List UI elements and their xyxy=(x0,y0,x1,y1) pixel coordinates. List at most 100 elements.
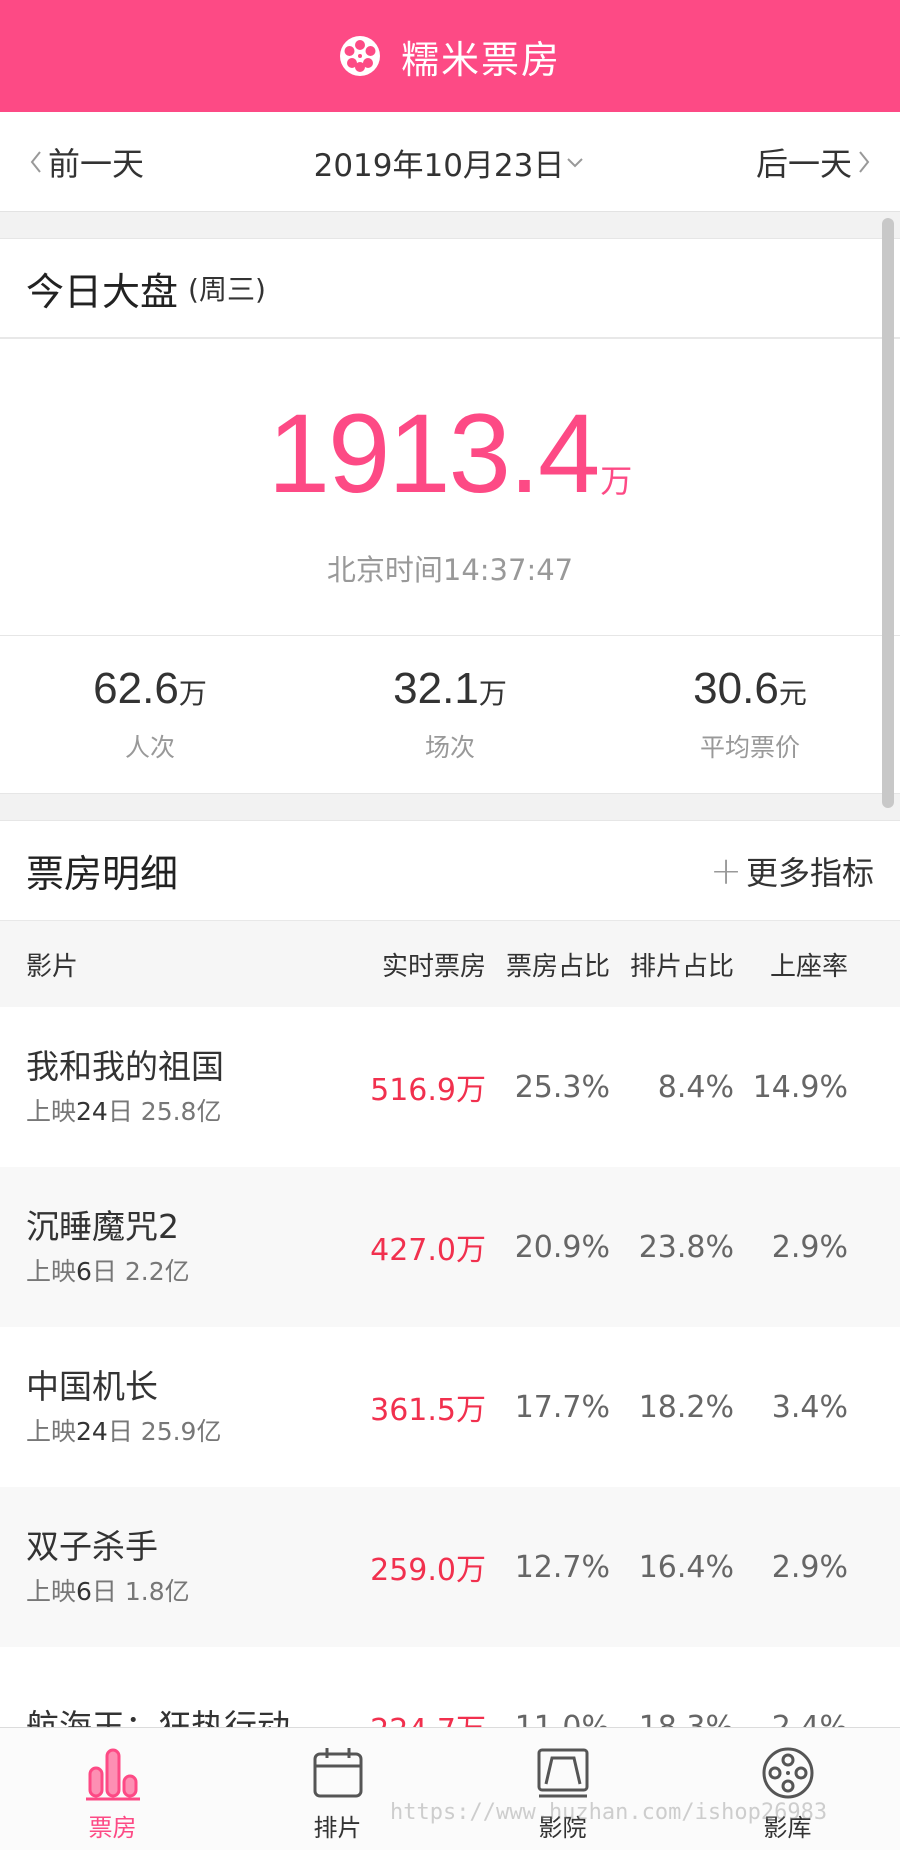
seat-rate: 14.9% xyxy=(752,1069,848,1105)
release-info: 上映6日 2.2亿 xyxy=(26,1257,190,1286)
film-name: 我和我的祖国 xyxy=(26,1047,224,1086)
stat-admissions: 62.6万 人次 xyxy=(0,636,300,795)
realtime-box-office: 427.0万 xyxy=(370,1233,486,1268)
stat-label: 平均票价 xyxy=(699,733,800,762)
tab-schedule[interactable]: 排片 xyxy=(225,1728,450,1850)
app-header: 糯米票房 xyxy=(0,0,900,112)
column-header-film[interactable]: 影片 xyxy=(0,946,360,983)
screening-share: 18.3% xyxy=(638,1709,734,1728)
summary-stats: 62.6万 人次 32.1万 场次 30.6元 平均票价 xyxy=(0,635,900,795)
tab-box-office[interactable]: 票房 xyxy=(0,1728,225,1850)
screening-share: 8.4% xyxy=(657,1069,734,1105)
film-reel-icon xyxy=(339,36,380,76)
today-summary-card: 今日大盘 (周三) 1913.4万 北京时间14:37:47 62.6万 人次 … xyxy=(0,238,900,794)
bottom-tab-bar: 票房 排片 影院 影库 xyxy=(0,1727,900,1850)
today-title: 今日大盘 xyxy=(26,269,179,314)
realtime-box-office: 516.9万 xyxy=(370,1073,486,1108)
film-reel-icon xyxy=(762,1747,813,1799)
date-navigator: 前一天 2019年10月23日 后一天 xyxy=(0,112,900,212)
app-title: 糯米票房 xyxy=(400,37,561,82)
film-cell: 我和我的祖国 上映24日 25.8亿 xyxy=(0,1046,360,1128)
current-date[interactable]: 2019年10月23日 xyxy=(314,140,565,185)
film-cell: 沉睡魔咒2 上映6日 2.2亿 xyxy=(0,1206,360,1288)
column-header-realtime[interactable]: 实时票房 xyxy=(360,946,486,983)
stat-label: 场次 xyxy=(424,733,475,762)
stat-avg-price: 30.6元 平均票价 xyxy=(600,636,900,795)
beijing-time: 北京时间14:37:47 xyxy=(326,553,574,587)
film-name: 中国机长 xyxy=(26,1367,158,1406)
release-info: 上映6日 1.8亿 xyxy=(26,1577,190,1606)
next-day-button[interactable]: 后一天 xyxy=(756,112,874,212)
weekday-label: (周三) xyxy=(188,273,266,306)
film-cell: 中国机长 上映24日 25.9亿 xyxy=(0,1366,360,1448)
tab-label: 影院 xyxy=(538,1814,587,1842)
plus-icon: + xyxy=(710,848,742,893)
tab-cinemas[interactable]: 影院 xyxy=(450,1728,675,1850)
table-row[interactable]: 沉睡魔咒2 上映6日 2.2亿 427.0万 20.9% 23.8% 2.9% xyxy=(0,1167,900,1327)
total-box-office: 1913.4万 xyxy=(0,389,900,518)
realtime-box-office: 224.7万 xyxy=(360,1705,486,1727)
total-box-office-value: 1913.4 xyxy=(267,391,601,516)
total-box-office-unit: 万 xyxy=(600,462,633,500)
more-metrics-label: 更多指标 xyxy=(745,853,874,892)
seat-rate: 2.9% xyxy=(771,1229,848,1265)
prev-day-label: 前一天 xyxy=(48,145,145,183)
stat-label: 人次 xyxy=(124,733,175,762)
screening-share: 16.4% xyxy=(638,1549,734,1585)
film-name: 航海王：狂热行动 xyxy=(26,1707,290,1727)
box-office-share: 11.0% xyxy=(514,1709,610,1728)
column-header-seat-rate[interactable]: 上座率 xyxy=(734,946,874,983)
film-list: 我和我的祖国 上映24日 25.8亿 516.9万 25.3% 8.4% 14.… xyxy=(0,1007,900,1727)
today-header: 今日大盘 (周三) xyxy=(0,239,900,339)
detail-header: 票房明细 + 更多指标 xyxy=(0,821,900,921)
box-office-share: 25.3% xyxy=(514,1069,610,1105)
box-office-share: 17.7% xyxy=(514,1389,610,1425)
chevron-left-icon xyxy=(30,151,41,173)
table-row[interactable]: 中国机长 上映24日 25.9亿 361.5万 17.7% 18.2% 3.4% xyxy=(0,1327,900,1487)
film-name: 双子杀手 xyxy=(26,1527,158,1566)
realtime-box-office: 259.0万 xyxy=(370,1553,486,1588)
stat-unit: 元 xyxy=(778,677,807,710)
seat-rate: 2.4% xyxy=(771,1709,848,1728)
tab-label: 票房 xyxy=(88,1814,137,1842)
column-header-box-share[interactable]: 票房占比 xyxy=(486,946,610,983)
calendar-icon xyxy=(313,1748,362,1798)
column-header-show-share[interactable]: 排片占比 xyxy=(610,946,734,983)
table-row[interactable]: 双子杀手 上映6日 1.8亿 259.0万 12.7% 16.4% 2.9% xyxy=(0,1487,900,1647)
scrollbar[interactable] xyxy=(882,218,894,808)
film-cell: 航海王：狂热行动 xyxy=(0,1706,360,1727)
bar-chart-icon xyxy=(85,1748,140,1801)
stat-value: 62.6 xyxy=(93,664,179,713)
realtime-box-office: 361.5万 xyxy=(370,1393,486,1428)
next-day-label: 后一天 xyxy=(755,145,852,183)
cinema-screen-icon xyxy=(537,1748,588,1798)
seat-rate: 2.9% xyxy=(771,1549,848,1585)
box-office-share: 12.7% xyxy=(514,1549,610,1585)
stat-value: 30.6 xyxy=(693,664,779,713)
stat-screenings: 32.1万 场次 xyxy=(300,636,600,795)
table-header: 影片 实时票房 票房占比 排片占比 上座率 xyxy=(0,921,900,1007)
chevron-right-icon xyxy=(859,151,870,173)
film-cell: 双子杀手 上映6日 1.8亿 xyxy=(0,1526,360,1608)
table-row[interactable]: 航海王：狂热行动 224.7万 11.0% 18.3% 2.4% xyxy=(0,1647,900,1727)
tab-film-library[interactable]: 影库 xyxy=(675,1728,900,1850)
release-info: 上映24日 25.8亿 xyxy=(26,1097,222,1126)
box-office-detail-card: 票房明细 + 更多指标 影片 实时票房 票房占比 排片占比 上座率 我和我的祖国… xyxy=(0,820,900,1727)
detail-title: 票房明细 xyxy=(26,852,179,896)
content-scroll-area[interactable]: 今日大盘 (周三) 1913.4万 北京时间14:37:47 62.6万 人次 … xyxy=(0,212,900,1727)
stat-unit: 万 xyxy=(478,677,507,710)
seat-rate: 3.4% xyxy=(771,1389,848,1425)
chevron-down-icon[interactable] xyxy=(564,148,586,176)
stat-value: 32.1 xyxy=(393,664,479,713)
box-office-share: 20.9% xyxy=(514,1229,610,1265)
film-name: 沉睡魔咒2 xyxy=(26,1207,179,1246)
table-row[interactable]: 我和我的祖国 上映24日 25.8亿 516.9万 25.3% 8.4% 14.… xyxy=(0,1007,900,1167)
tab-label: 影库 xyxy=(763,1814,812,1842)
release-info: 上映24日 25.9亿 xyxy=(26,1417,222,1446)
tab-label: 排片 xyxy=(313,1814,362,1842)
prev-day-button[interactable]: 前一天 xyxy=(26,112,144,212)
stat-unit: 万 xyxy=(178,677,207,710)
screening-share: 23.8% xyxy=(638,1229,734,1265)
more-metrics-button[interactable]: + 更多指标 xyxy=(710,848,874,894)
screening-share: 18.2% xyxy=(638,1389,734,1425)
